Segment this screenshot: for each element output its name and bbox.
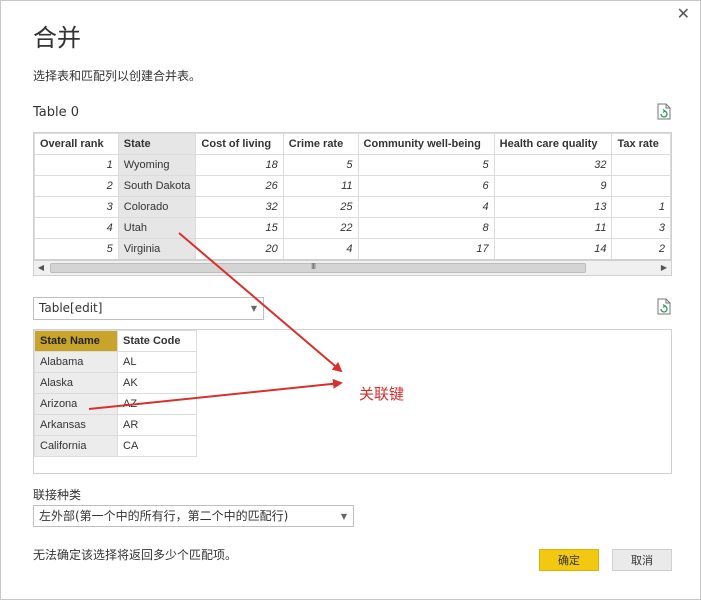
table-cell: Colorado <box>117 196 197 218</box>
table-cell: 22 <box>282 217 359 239</box>
table-row: Alabama AL <box>34 351 197 373</box>
table-cell: 13 <box>493 196 613 218</box>
table1-grid[interactable]: Overall rank State Cost of living Crime rat… <box>33 132 672 260</box>
table-cell: California <box>34 435 118 457</box>
table-cell <box>611 175 671 197</box>
table1-column-header[interactable]: Community well-being <box>357 133 495 155</box>
table-cell: 4 <box>282 238 359 259</box>
table-cell: 11 <box>493 217 613 239</box>
table1-label: Table 0 <box>33 105 80 120</box>
table-row: Arkansas AR <box>34 414 197 436</box>
table-cell: 5 <box>357 154 495 176</box>
table-cell: 4 <box>357 196 495 218</box>
table-cell: 20 <box>195 238 284 259</box>
refresh-icon[interactable] <box>657 298 671 315</box>
table2-header-row: State Name State Code <box>34 330 197 352</box>
table-row: 3 Colorado 32 25 4 13 1 <box>34 196 671 218</box>
table-cell: 11 <box>282 175 359 197</box>
table-row: California CA <box>34 435 197 457</box>
table-cell: 6 <box>357 175 495 197</box>
scrollbar-thumb[interactable]: III <box>50 262 586 273</box>
scrollbar-grip: III <box>311 262 316 271</box>
table-cell: CA <box>117 435 197 457</box>
table-cell: 26 <box>195 175 284 197</box>
table-cell <box>611 154 671 176</box>
table-cell: Arkansas <box>34 414 118 436</box>
table1-horizontal-scrollbar[interactable]: ◀ III ▶ <box>33 260 672 276</box>
table2-column-header[interactable]: State Name <box>34 330 118 352</box>
table-cell: Alaska <box>34 372 118 394</box>
dialog-subtitle: 选择表和匹配列以创建合并表。 <box>33 69 202 83</box>
table-cell: 32 <box>195 196 284 218</box>
join-kind-value: 左外部(第一个中的所有行，第二个中的匹配行) <box>39 509 289 523</box>
table-cell: 3 <box>34 196 119 218</box>
table-cell: 2 <box>34 175 119 197</box>
table-cell: 18 <box>195 154 284 176</box>
table-cell: 32 <box>493 154 613 176</box>
table2: State Name State Code Alabama AL Alaska AK Ar… <box>34 330 197 457</box>
cancel-button[interactable]: 取消 <box>612 549 672 571</box>
table-cell: AR <box>117 414 197 436</box>
chevron-down-icon: ▼ <box>250 304 257 313</box>
match-info-text: 无法确定该选择将返回多少个匹配项。 <box>33 548 238 562</box>
table-cell: AL <box>117 351 197 373</box>
chevron-down-icon: ▼ <box>340 512 347 521</box>
table-row: Arizona AZ <box>34 393 197 415</box>
table-cell: 14 <box>493 238 613 259</box>
join-kind-label: 联接种类 <box>33 488 82 502</box>
table-cell: 2 <box>611 238 671 259</box>
close-icon[interactable]: ✕ <box>677 6 690 22</box>
table-cell: Alabama <box>34 351 118 373</box>
table2-column-header[interactable]: State Code <box>117 330 197 352</box>
table-cell: 8 <box>357 217 495 239</box>
table-cell: 17 <box>357 238 495 259</box>
table-cell: 1 <box>34 154 119 176</box>
table-cell: 4 <box>34 217 119 239</box>
table1-column-header[interactable]: Crime rate <box>282 133 359 155</box>
table-cell: South Dakota <box>117 175 197 197</box>
table-cell: 9 <box>493 175 613 197</box>
table1-column-header[interactable]: Cost of living <box>195 133 284 155</box>
table-cell: 25 <box>282 196 359 218</box>
table-cell: 1 <box>611 196 671 218</box>
table-cell: AK <box>117 372 197 394</box>
table-row: 1 Wyoming 18 5 5 32 <box>34 154 671 176</box>
table1: Overall rank State Cost of living Crime rat… <box>34 133 671 259</box>
table1-header-row: Overall rank State Cost of living Crime rat… <box>34 133 671 155</box>
table-cell: Wyoming <box>117 154 197 176</box>
table-cell: Arizona <box>34 393 118 415</box>
table1-column-header[interactable]: State <box>117 133 197 155</box>
table1-column-header[interactable]: Tax rate <box>611 133 671 155</box>
table2-select-value: Table[edit] <box>39 301 103 315</box>
dialog-title: 合并 <box>33 24 81 52</box>
table-cell: AZ <box>117 393 197 415</box>
table1-column-header[interactable]: Health care quality <box>493 133 613 155</box>
table2-panel: State Name State Code Alabama AL Alaska AK Ar… <box>33 329 672 474</box>
merge-dialog: ✕ 合并 选择表和匹配列以创建合并表。 Table 0 Overall rank… <box>0 0 701 600</box>
table-row: 5 Virginia 20 4 17 14 2 <box>34 238 671 259</box>
table-cell: Utah <box>117 217 197 239</box>
arrow-left-icon[interactable]: ◀ <box>34 261 48 275</box>
table-row: 4 Utah 15 22 8 11 3 <box>34 217 671 239</box>
table-cell: Virginia <box>117 238 197 259</box>
table-cell: 5 <box>34 238 119 259</box>
ok-button[interactable]: 确定 <box>539 549 599 571</box>
table-row: Alaska AK <box>34 372 197 394</box>
annotation-label: 关联键 <box>359 385 405 403</box>
join-kind-select[interactable]: 左外部(第一个中的所有行，第二个中的匹配行) ▼ <box>33 505 354 527</box>
table-cell: 5 <box>282 154 359 176</box>
table1-column-header[interactable]: Overall rank <box>34 133 119 155</box>
table-cell: 3 <box>611 217 671 239</box>
arrow-right-icon[interactable]: ▶ <box>657 261 671 275</box>
table-row: 2 South Dakota 26 11 6 9 <box>34 175 671 197</box>
table-cell: 15 <box>195 217 284 239</box>
table2-select[interactable]: Table[edit] ▼ <box>33 297 264 320</box>
refresh-icon[interactable] <box>657 103 671 120</box>
